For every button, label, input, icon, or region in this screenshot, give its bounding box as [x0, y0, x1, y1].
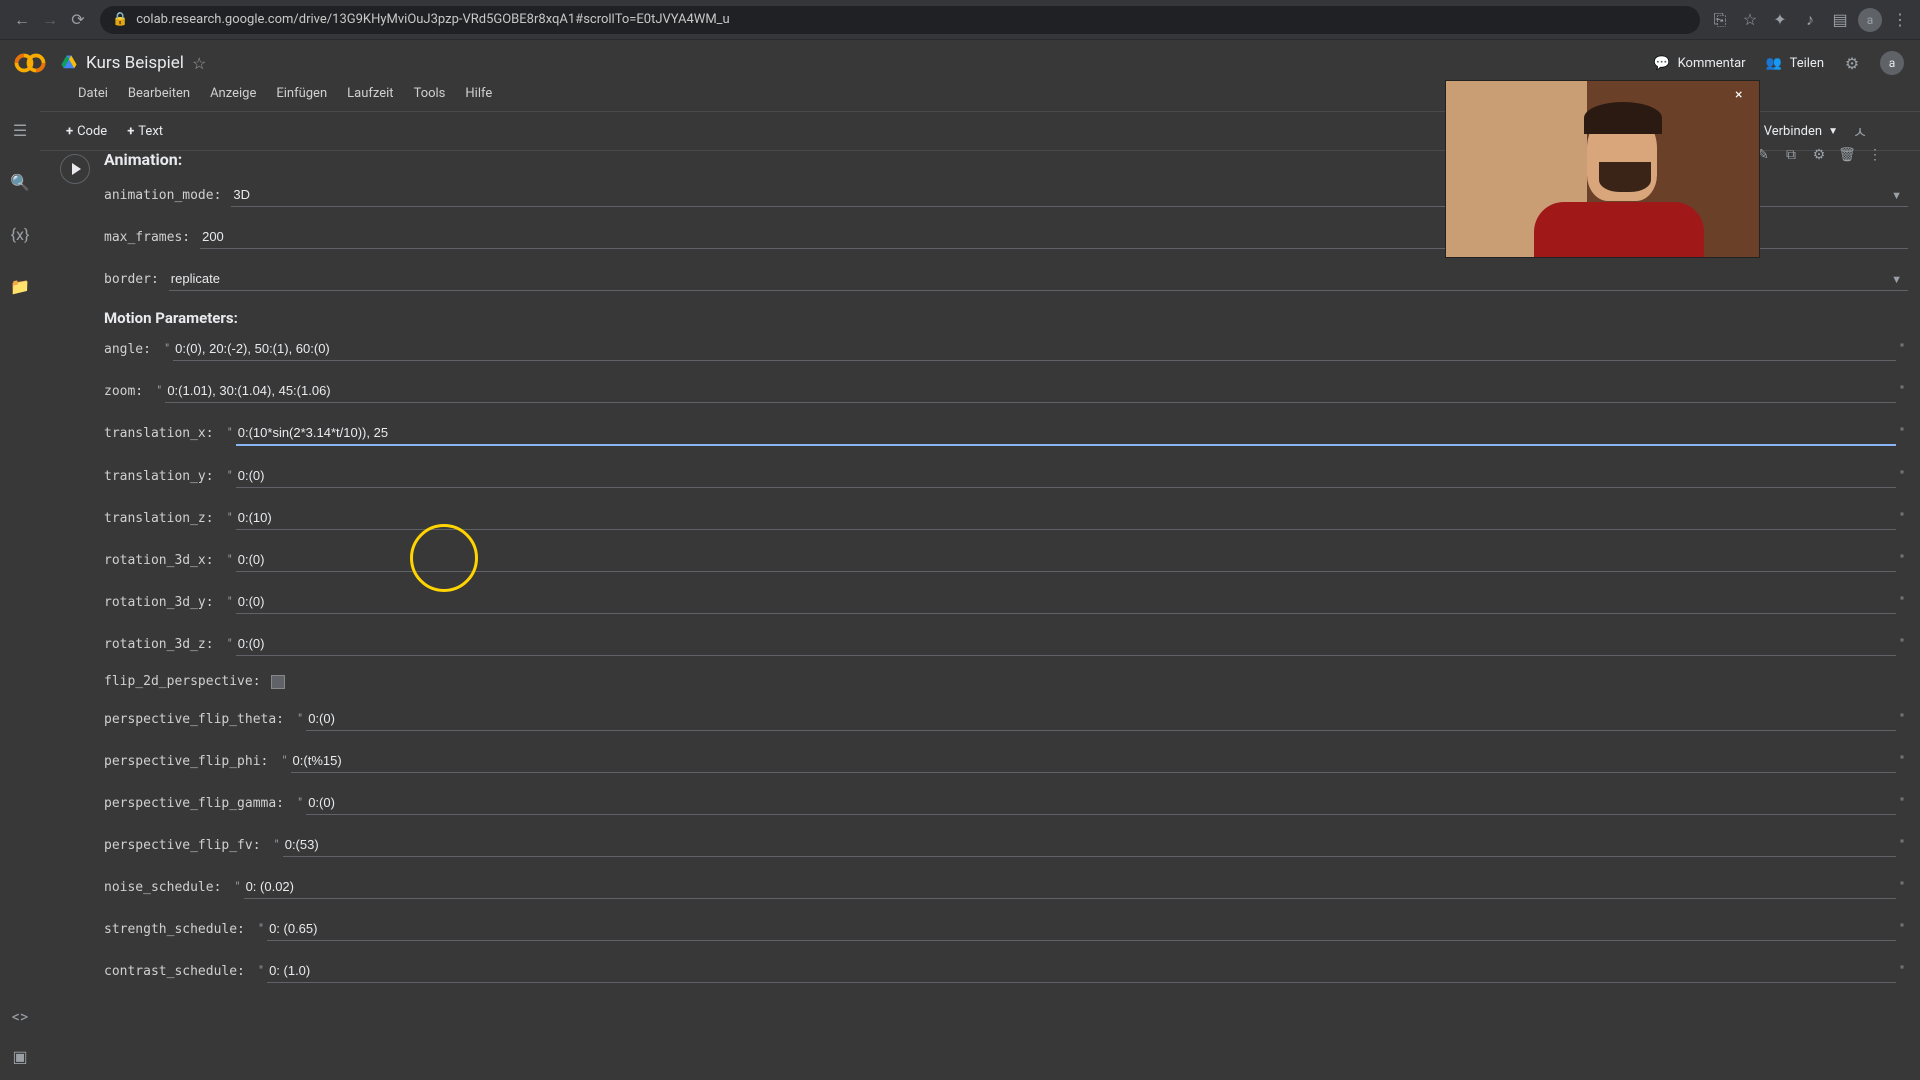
- label-rotation-3d-x: rotation_3d_x:: [104, 553, 214, 568]
- share-button[interactable]: 👥 Teilen: [1764, 53, 1824, 73]
- label-contrast-schedule: contrast_schedule:: [104, 964, 245, 979]
- label-perspective-flip-gamma: perspective_flip_gamma:: [104, 796, 284, 811]
- menu-help[interactable]: Hilfe: [457, 82, 500, 105]
- notebook-area: ↑ ↓ ⌘ ✎ ⧉ ⚙ 🗑 ⋮ Animation: animation_mod…: [40, 138, 1920, 1080]
- input-border[interactable]: replicate: [169, 267, 1908, 291]
- connect-button[interactable]: Verbinden▼: [1764, 124, 1838, 139]
- input-strength-schedule[interactable]: [267, 917, 1896, 941]
- input-rotation-3d-z[interactable]: [236, 632, 1896, 656]
- label-rotation-3d-y: rotation_3d_y:: [104, 595, 214, 610]
- delete-icon[interactable]: 🗑: [1838, 146, 1856, 164]
- input-perspective-flip-theta[interactable]: [306, 707, 1896, 731]
- label-max-frames: max_frames:: [104, 230, 190, 245]
- colab-logo[interactable]: [12, 45, 48, 81]
- label-angle: angle:: [104, 342, 151, 357]
- files-icon[interactable]: 📁: [8, 274, 32, 298]
- toc-icon[interactable]: ☰: [8, 118, 32, 142]
- menu-file[interactable]: Datei: [70, 82, 116, 105]
- label-translation-y: translation_y:: [104, 469, 214, 484]
- label-zoom: zoom:: [104, 384, 143, 399]
- code-snippets-icon[interactable]: <>: [8, 1004, 32, 1028]
- input-zoom[interactable]: [165, 379, 1896, 403]
- menu-edit[interactable]: Bearbeiten: [120, 82, 198, 105]
- menu-tools[interactable]: Tools: [406, 82, 454, 105]
- gear-icon[interactable]: ⚙: [1810, 146, 1828, 164]
- label-flip-2d-perspective: flip_2d_perspective:: [104, 674, 261, 689]
- input-perspective-flip-fv[interactable]: [283, 833, 1896, 857]
- label-translation-z: translation_z:: [104, 511, 214, 526]
- translate-icon[interactable]: ⎘: [1708, 8, 1732, 32]
- bookmark-icon[interactable]: ☆: [1738, 8, 1762, 32]
- share-icon: 👥: [1764, 53, 1784, 73]
- close-icon[interactable]: ×: [1735, 87, 1753, 105]
- label-perspective-flip-theta: perspective_flip_theta:: [104, 712, 284, 727]
- label-noise-schedule: noise_schedule:: [104, 880, 221, 895]
- chevron-down-icon: ▼: [1828, 126, 1838, 137]
- label-perspective-flip-fv: perspective_flip_fv:: [104, 838, 261, 853]
- drive-icon: [60, 54, 78, 72]
- input-translation-y[interactable]: [236, 464, 1896, 488]
- music-icon[interactable]: ♪: [1798, 8, 1822, 32]
- settings-gear-icon[interactable]: ⚙: [1842, 53, 1862, 73]
- account-avatar[interactable]: a: [1880, 51, 1904, 75]
- menu-insert[interactable]: Einfügen: [268, 82, 335, 105]
- input-translation-z[interactable]: [236, 506, 1896, 530]
- input-translation-x[interactable]: [236, 421, 1896, 446]
- lock-icon: 🔒: [112, 12, 128, 27]
- comment-button[interactable]: 💬 Kommentar: [1652, 53, 1746, 73]
- label-perspective-flip-phi: perspective_flip_phi:: [104, 754, 268, 769]
- menu-view[interactable]: Anzeige: [202, 82, 264, 105]
- input-rotation-3d-y[interactable]: [236, 590, 1896, 614]
- form-cell: ↑ ↓ ⌘ ✎ ⧉ ⚙ 🗑 ⋮ Animation: animation_mod…: [60, 150, 1908, 983]
- app-header: Kurs Beispiel ☆ 💬 Kommentar 👥 Teilen ⚙ a: [0, 40, 1920, 82]
- url-text: colab.research.google.com/drive/13G9KHyM…: [136, 12, 730, 27]
- forward-button[interactable]: →: [36, 6, 64, 34]
- input-rotation-3d-x[interactable]: [236, 548, 1896, 572]
- variables-icon[interactable]: {x}: [8, 222, 32, 246]
- more-icon[interactable]: ⋮: [1866, 146, 1884, 164]
- input-angle[interactable]: [173, 337, 1896, 361]
- label-border: border:: [104, 272, 159, 287]
- profile-avatar[interactable]: a: [1858, 8, 1882, 32]
- input-contrast-schedule[interactable]: [267, 959, 1896, 983]
- checkbox-flip-2d-perspective[interactable]: [271, 675, 285, 689]
- search-icon[interactable]: 🔍: [8, 170, 32, 194]
- input-perspective-flip-phi[interactable]: [291, 749, 1896, 773]
- input-noise-schedule[interactable]: [244, 875, 1896, 899]
- label-rotation-3d-z: rotation_3d_z:: [104, 637, 214, 652]
- input-perspective-flip-gamma[interactable]: [306, 791, 1896, 815]
- back-button[interactable]: ←: [8, 6, 36, 34]
- left-rail: ☰ 🔍 {x} 📁 <> ▣: [0, 82, 40, 1080]
- browser-chrome: ← → ⟳ 🔒 colab.research.google.com/drive/…: [0, 0, 1920, 40]
- webcam-overlay: ×: [1445, 80, 1760, 258]
- menu-icon[interactable]: ⋮: [1888, 8, 1912, 32]
- section-motion: Motion Parameters:: [104, 309, 1908, 327]
- comment-icon: 💬: [1652, 53, 1672, 73]
- reload-button[interactable]: ⟳: [64, 6, 92, 34]
- label-translation-x: translation_x:: [104, 426, 214, 441]
- terminal-icon[interactable]: ▣: [8, 1044, 32, 1068]
- mirror-icon[interactable]: ⧉: [1782, 146, 1800, 164]
- menu-runtime[interactable]: Laufzeit: [339, 82, 401, 105]
- extensions-icon[interactable]: ✦: [1768, 8, 1792, 32]
- star-button[interactable]: ☆: [192, 54, 206, 73]
- doc-title[interactable]: Kurs Beispiel: [86, 53, 184, 73]
- run-cell-button[interactable]: [60, 154, 90, 184]
- sidepanel-icon[interactable]: ▤: [1828, 8, 1852, 32]
- label-animation-mode: animation_mode:: [104, 188, 221, 203]
- address-bar[interactable]: 🔒 colab.research.google.com/drive/13G9KH…: [100, 6, 1700, 34]
- label-strength-schedule: strength_schedule:: [104, 922, 245, 937]
